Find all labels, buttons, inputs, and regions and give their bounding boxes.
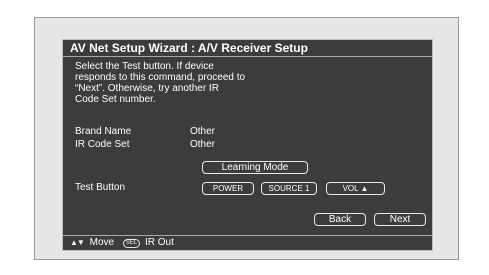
- brand-name-value: Other: [190, 126, 216, 137]
- brand-name-label: Brand Name: [75, 126, 132, 137]
- ir-code-set-label: IR Code Set: [75, 139, 130, 150]
- instructions: Select the Test button. If device respon…: [75, 61, 345, 105]
- test-vol-up-button[interactable]: VOL ▲: [326, 182, 385, 195]
- instruction-line: Code Set number.: [75, 94, 156, 105]
- ir-out-hint: IR Out: [144, 237, 174, 248]
- test-button-label: Test Button: [75, 182, 126, 193]
- up-down-arrows-icon: ▲▼: [70, 238, 85, 247]
- instruction-line: responds to this command, proceed to: [75, 72, 246, 83]
- move-hint: Move: [89, 237, 115, 248]
- test-power-button[interactable]: POWER: [202, 182, 254, 195]
- sel-key-icon: SEL: [122, 238, 141, 248]
- next-button[interactable]: Next: [374, 213, 426, 226]
- instruction-line: Select the Test button. If device: [75, 61, 214, 72]
- footer-hints: ▲▼ Move SEL IR Out: [63, 235, 432, 250]
- wizard-title: AV Net Setup Wizard : A/V Receiver Setup: [63, 40, 432, 57]
- learning-mode-button[interactable]: Learning Mode: [202, 161, 308, 174]
- screen-frame: AV Net Setup Wizard : A/V Receiver Setup…: [34, 17, 459, 260]
- instruction-line: “Next”. Otherwise, try another IR: [75, 83, 219, 94]
- ir-code-set-value: Other: [190, 139, 216, 150]
- setup-wizard-panel: AV Net Setup Wizard : A/V Receiver Setup…: [62, 39, 433, 251]
- test-source1-button[interactable]: SOURCE 1: [261, 182, 317, 195]
- back-button[interactable]: Back: [314, 213, 366, 226]
